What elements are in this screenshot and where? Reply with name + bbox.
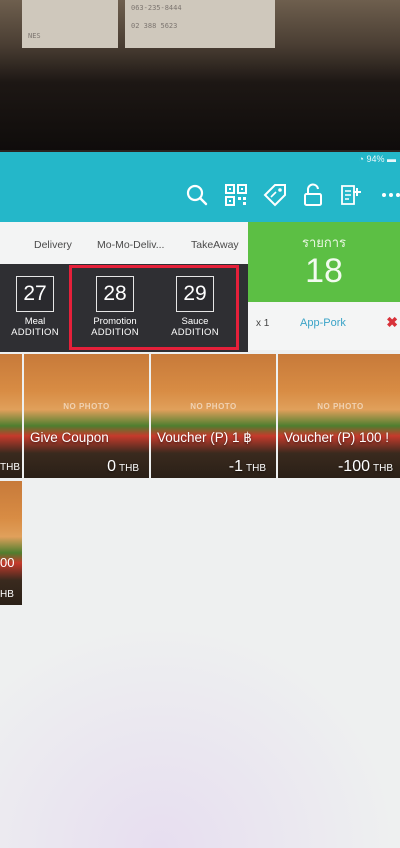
product-price: -1 THB xyxy=(228,458,266,475)
order-count-value: 18 xyxy=(305,252,343,290)
category-type: ADDITION xyxy=(171,327,219,338)
qr-code-icon[interactable] xyxy=(223,182,249,208)
category-number: 29 xyxy=(176,276,214,312)
order-line-item[interactable]: x 1 App-Pork ✖ xyxy=(248,302,400,350)
category-promotion-addition[interactable]: 28 Promotion ADDITION xyxy=(86,268,144,348)
product-card-partial[interactable]: THB xyxy=(0,354,22,478)
product-price: -100 THB xyxy=(337,458,393,475)
order-count-panel[interactable]: รายการ 18 xyxy=(248,222,400,302)
category-sauce-addition[interactable]: 29 Sauce ADDITION xyxy=(166,268,224,348)
order-line-name[interactable]: App-Pork xyxy=(300,317,346,329)
category-type: ADDITION xyxy=(11,327,59,338)
product-card-voucher-100[interactable]: NO PHOTO Voucher (P) 100 ! -100 THB xyxy=(278,354,400,478)
category-strip: 27 Meal ADDITION 28 Promotion ADDITION 2… xyxy=(0,264,248,352)
product-currency: THB xyxy=(0,462,20,473)
category-meal-addition[interactable]: 27 Meal ADDITION xyxy=(6,268,64,348)
category-type: ADDITION xyxy=(91,327,139,338)
product-name: Voucher (P) 100 ! xyxy=(284,430,390,445)
unlock-icon[interactable] xyxy=(300,182,326,208)
product-name: Give Coupon xyxy=(30,430,109,445)
background-paper-right: 063-235-8444 02 388 5623 xyxy=(125,0,275,48)
product-card-voucher-1[interactable]: NO PHOTO Voucher (P) 1 ฿ -1 THB xyxy=(151,354,276,478)
category-number: 27 xyxy=(16,276,54,312)
tab-takeaway[interactable]: TakeAway xyxy=(191,239,239,251)
product-card-give-coupon[interactable]: NO PHOTO Give Coupon 0 THB xyxy=(24,354,149,478)
tag-discount-icon[interactable] xyxy=(262,182,288,208)
top-header-bar: ◔ 94% ▬ xyxy=(0,152,400,222)
category-name: Sauce xyxy=(181,316,209,327)
battery-level: 94% xyxy=(366,154,385,164)
order-type-tabs: Delivery Mo-Mo-Deliv... TakeAway xyxy=(0,222,248,264)
background-paper-left: NES xyxy=(22,0,118,48)
no-photo-placeholder: NO PHOTO xyxy=(63,402,110,411)
product-price: 00 xyxy=(0,555,15,570)
category-name: Meal xyxy=(24,316,46,327)
remove-item-icon[interactable]: ✖ xyxy=(386,314,398,331)
product-price: 0 THB xyxy=(107,458,139,475)
tab-mo-mo-delivery[interactable]: Mo-Mo-Deliv... xyxy=(97,239,164,251)
status-bar: ◔ 94% ▬ xyxy=(358,154,396,164)
search-icon[interactable] xyxy=(184,182,210,208)
no-photo-placeholder: NO PHOTO xyxy=(317,402,364,411)
product-card-partial[interactable]: 00 HB xyxy=(0,481,22,605)
product-currency: HB xyxy=(0,589,14,600)
tab-delivery[interactable]: Delivery xyxy=(34,239,72,251)
screen-glare xyxy=(0,622,400,848)
category-number: 28 xyxy=(96,276,134,312)
more-icon[interactable] xyxy=(378,182,400,208)
category-name: Promotion xyxy=(93,316,137,327)
order-line-qty: x 1 xyxy=(256,318,270,329)
no-photo-placeholder: NO PHOTO xyxy=(190,402,237,411)
add-note-icon[interactable] xyxy=(338,182,364,208)
product-name: Voucher (P) 1 ฿ xyxy=(157,430,252,445)
pos-screen: ◔ 94% ▬ Delivery Mo-Mo-Deliv... TakeAway… xyxy=(0,152,400,848)
order-count-label: รายการ xyxy=(301,235,347,250)
